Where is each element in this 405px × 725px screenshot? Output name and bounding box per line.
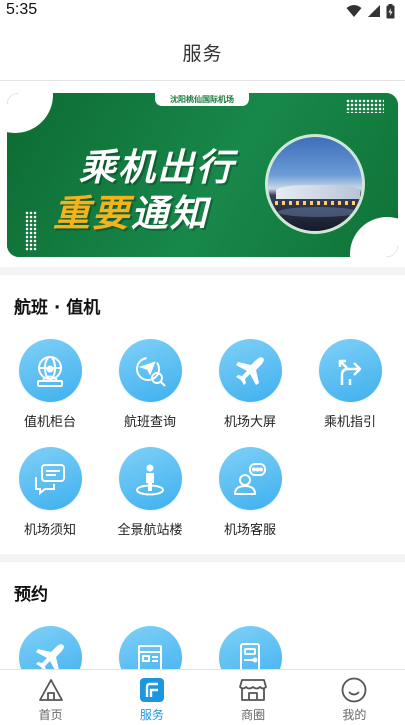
door-lock-icon [218,626,282,669]
tile-label: 航班查询 [123,415,176,430]
service-tile-panorama-terminal[interactable]: 全景航站楼 [100,447,200,538]
dot-pattern-decoration [346,99,384,113]
tile-label: 乘机指引 [323,415,376,430]
tab-label: 商圈 [241,708,266,722]
page-title: 服务 [182,42,223,65]
notice-banner[interactable]: 沈阳桃仙国际机场 乘机出行 重要通知 [7,93,398,257]
tile-label: 值机柜台 [23,415,76,430]
battery-icon [386,3,395,18]
service-tile-checkin-counter[interactable]: 值机柜台 [0,339,100,430]
dot-pattern-decoration [25,211,37,251]
booking-tile-document[interactable] [100,626,200,669]
tab-label: 服务 [139,708,164,722]
section-title-booking: 预约 [14,585,48,605]
shop-icon [239,677,268,703]
service-tile-customer-service[interactable]: 机场客服 [200,447,300,538]
document-icon [118,626,182,669]
tab-service[interactable]: 服务 [101,670,202,725]
status-bar: 5:35 [0,0,405,24]
main-content[interactable]: 沈阳桃仙国际机场 乘机出行 重要通知 航班 · 值机 值机柜台 航班查询 机场大… [0,82,405,669]
booking-tile-flight[interactable] [0,626,100,669]
tile-label: 机场客服 [223,523,276,538]
home-icon [37,677,65,703]
banner-subheadline: 重要通知 [53,183,209,237]
section-title-flight: 航班 · 值机 [14,298,101,318]
booking-tile-door[interactable] [200,626,300,669]
service-tile-boarding-guide[interactable]: 乘机指引 [300,339,400,430]
airplane-icon [218,339,282,402]
counter-globe-icon [18,339,82,402]
bottom-tab-bar: 首页 服务 商圈 我的 [0,669,405,725]
chat-bubbles-icon [18,447,82,510]
banner-highlight-text: 重要 [53,192,131,235]
airport-terminal-photo [265,134,365,234]
signal-icon [368,5,380,17]
tile-label: 机场大屏 [223,415,276,430]
panorama-person-icon [118,447,182,510]
direction-arrows-icon [318,339,382,402]
banner-airport-tag: 沈阳桃仙国际机场 [155,93,249,106]
wifi-icon [346,5,362,17]
service-tile-airport-screen[interactable]: 机场大屏 [200,339,300,430]
runway-lights [268,201,362,205]
tab-home[interactable]: 首页 [0,670,101,725]
tab-shop[interactable]: 商圈 [203,670,304,725]
section-divider [0,267,405,275]
tab-mine[interactable]: 我的 [304,670,405,725]
service-tile-flight-search[interactable]: 航班查询 [100,339,200,430]
status-icons [346,3,395,19]
tile-label: 机场须知 [23,523,76,538]
tab-label: 我的 [342,708,367,722]
terminal-building [276,185,360,199]
banner-rest-text: 通知 [131,192,209,235]
customer-service-icon [218,447,282,510]
service-icon [138,677,166,703]
section-divider [0,554,405,562]
airplane-icon [18,626,82,669]
water-reflection [278,207,358,217]
service-tile-airport-notice[interactable]: 机场须知 [0,447,100,538]
tile-label: 全景航站楼 [117,523,183,538]
status-time: 5:35 [6,1,38,18]
smile-icon [340,677,368,703]
tab-label: 首页 [38,708,63,722]
header: 服务 [0,24,405,81]
flight-search-icon [118,339,182,402]
